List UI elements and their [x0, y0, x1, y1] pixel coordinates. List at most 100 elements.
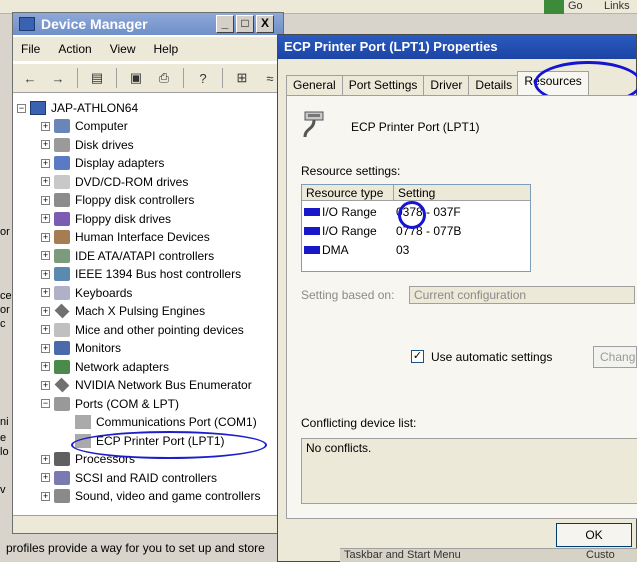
- forward-icon[interactable]: →: [47, 67, 69, 89]
- menu-file[interactable]: File: [21, 42, 40, 56]
- expand-icon[interactable]: +: [41, 251, 50, 260]
- table-row[interactable]: I/O Range 0778 - 077B: [304, 222, 461, 240]
- use-automatic-settings-checkbox[interactable]: ✓: [411, 350, 424, 363]
- tree-category[interactable]: + Keyboards: [41, 284, 132, 302]
- device-manager-title: Device Manager: [41, 16, 148, 32]
- expand-icon[interactable]: +: [41, 214, 50, 223]
- tree-category[interactable]: + Network adapters: [41, 358, 169, 376]
- tree-category[interactable]: + IEEE 1394 Bus host controllers: [41, 265, 241, 283]
- tree-category[interactable]: + SCSI and RAID controllers: [41, 469, 217, 487]
- tree-category-label: IEEE 1394 Bus host controllers: [75, 267, 242, 281]
- tree-category-label: Mice and other pointing devices: [75, 322, 244, 337]
- tree-category[interactable]: + Floppy disk drives: [41, 210, 171, 228]
- scan-hardware-icon[interactable]: ⊞: [231, 67, 253, 89]
- floppy-drive-icon: [54, 211, 70, 226]
- tab-details[interactable]: Details: [468, 75, 519, 95]
- conflicting-device-list[interactable]: No conflicts.: [301, 438, 637, 504]
- tree-category[interactable]: + DVD/CD-ROM drives: [41, 173, 188, 191]
- close-button[interactable]: X: [256, 15, 274, 33]
- collapse-icon[interactable]: −: [17, 103, 26, 113]
- maximize-button[interactable]: □: [236, 15, 254, 33]
- resource-settings-table[interactable]: Resource type Setting I/O Range 0378 - 0…: [301, 184, 531, 272]
- expand-icon[interactable]: +: [41, 140, 50, 149]
- taskbar-item[interactable]: Taskbar and Start Menu: [344, 549, 461, 561]
- toolbar-separator: [77, 68, 78, 88]
- expand-icon[interactable]: +: [41, 454, 50, 464]
- ok-button[interactable]: OK: [556, 523, 632, 547]
- device-manager-icon: [19, 17, 35, 31]
- tree-category-label: SCSI and RAID controllers: [75, 470, 218, 485]
- column-header-resource-type[interactable]: Resource type: [302, 185, 394, 201]
- use-automatic-settings-label[interactable]: Use automatic settings: [431, 350, 552, 364]
- tree-category-label: Computer: [75, 119, 128, 133]
- properties-icon[interactable]: ▣: [125, 67, 147, 89]
- tree-root[interactable]: − JAP-ATHLON64: [17, 99, 138, 117]
- minimize-button[interactable]: _: [216, 15, 234, 33]
- menu-help[interactable]: Help: [154, 42, 179, 56]
- expand-icon[interactable]: +: [41, 177, 50, 186]
- expand-icon[interactable]: +: [41, 269, 50, 279]
- menu-bar: File Action View Help: [13, 37, 283, 61]
- tab-driver[interactable]: Driver: [423, 75, 470, 95]
- table-row[interactable]: DMA 03: [304, 241, 409, 259]
- annotation-circle-setting: [398, 201, 426, 229]
- tree-category[interactable]: + Monitors: [41, 339, 121, 357]
- collapse-icon[interactable]: −: [41, 399, 50, 408]
- properties-titlebar[interactable]: ECP Printer Port (LPT1) Properties: [278, 35, 636, 59]
- expand-icon[interactable]: +: [41, 232, 50, 242]
- tree-category[interactable]: + IDE ATA/ATAPI controllers: [41, 247, 214, 265]
- dma-icon: [304, 246, 320, 254]
- expand-icon[interactable]: +: [41, 491, 50, 501]
- tree-category[interactable]: + Display adapters: [41, 154, 164, 172]
- setting-based-on-select[interactable]: Current configuration: [409, 286, 635, 304]
- tree-device-com1[interactable]: Communications Port (COM1): [75, 413, 257, 431]
- expand-icon[interactable]: +: [41, 288, 50, 297]
- device-manager-window: Device Manager _ □ X File Action View He…: [12, 12, 284, 534]
- status-bar-text: profiles provide a way for you to set up…: [6, 541, 265, 555]
- menu-view[interactable]: View: [110, 42, 136, 56]
- tree-category[interactable]: + Computer: [41, 117, 128, 135]
- tree-category-label: Ports (COM & LPT): [75, 396, 180, 411]
- tree-category[interactable]: + Floppy disk controllers: [41, 191, 194, 209]
- go-label[interactable]: Go: [568, 0, 583, 12]
- expand-icon[interactable]: +: [41, 343, 50, 353]
- toolbar-separator: [222, 68, 223, 88]
- help-icon[interactable]: ?: [192, 67, 214, 89]
- tree-category[interactable]: − Ports (COM & LPT): [41, 395, 179, 413]
- expand-icon[interactable]: +: [41, 380, 50, 390]
- expand-icon[interactable]: +: [41, 195, 50, 205]
- tree-category[interactable]: + Human Interface Devices: [41, 228, 210, 246]
- expand-icon[interactable]: +: [41, 473, 50, 482]
- taskbar-item-right[interactable]: Custo: [586, 549, 615, 561]
- print-icon[interactable]: ⎙: [153, 67, 175, 89]
- go-icon[interactable]: [544, 0, 564, 14]
- expand-icon[interactable]: +: [41, 362, 50, 371]
- show-hide-tree-icon[interactable]: ▤: [86, 67, 108, 89]
- tree-category-label: Human Interface Devices: [75, 230, 210, 244]
- back-icon[interactable]: ←: [19, 67, 41, 89]
- column-header-setting[interactable]: Setting: [394, 185, 530, 201]
- edge-fragment: e: [0, 432, 7, 444]
- tree-category[interactable]: + NVIDIA Network Bus Enumerator: [41, 376, 252, 394]
- tree-device-label: Communications Port (COM1): [96, 415, 257, 429]
- expand-icon[interactable]: +: [41, 121, 50, 131]
- expand-icon[interactable]: +: [41, 306, 50, 316]
- tree-category[interactable]: + Sound, video and game controllers: [41, 487, 260, 505]
- expand-icon[interactable]: +: [41, 325, 50, 334]
- tree-category[interactable]: + Disk drives: [41, 136, 134, 154]
- tree-category[interactable]: + Mach X Pulsing Engines: [41, 302, 205, 320]
- menu-action[interactable]: Action: [58, 42, 91, 56]
- links-label[interactable]: Links: [604, 0, 630, 12]
- change-setting-button[interactable]: Change Setting...: [593, 346, 637, 368]
- expand-icon[interactable]: +: [41, 158, 50, 168]
- tab-port-settings[interactable]: Port Settings: [341, 75, 425, 95]
- device-tree: − JAP-ATHLON64 + Computer + Disk drives + Dis…: [13, 95, 283, 505]
- device-manager-titlebar[interactable]: Device Manager _ □ X: [13, 13, 283, 35]
- tab-general[interactable]: General: [286, 75, 343, 95]
- tree-category[interactable]: + Mice and other pointing devices: [41, 321, 244, 339]
- horizontal-scrollbar[interactable]: [13, 515, 283, 533]
- resource-type: I/O Range: [322, 224, 377, 238]
- computer-icon: [54, 119, 70, 133]
- table-row[interactable]: I/O Range 0378 - 037F: [304, 203, 461, 221]
- taskbar-strip: Taskbar and Start Menu Custo: [340, 548, 637, 562]
